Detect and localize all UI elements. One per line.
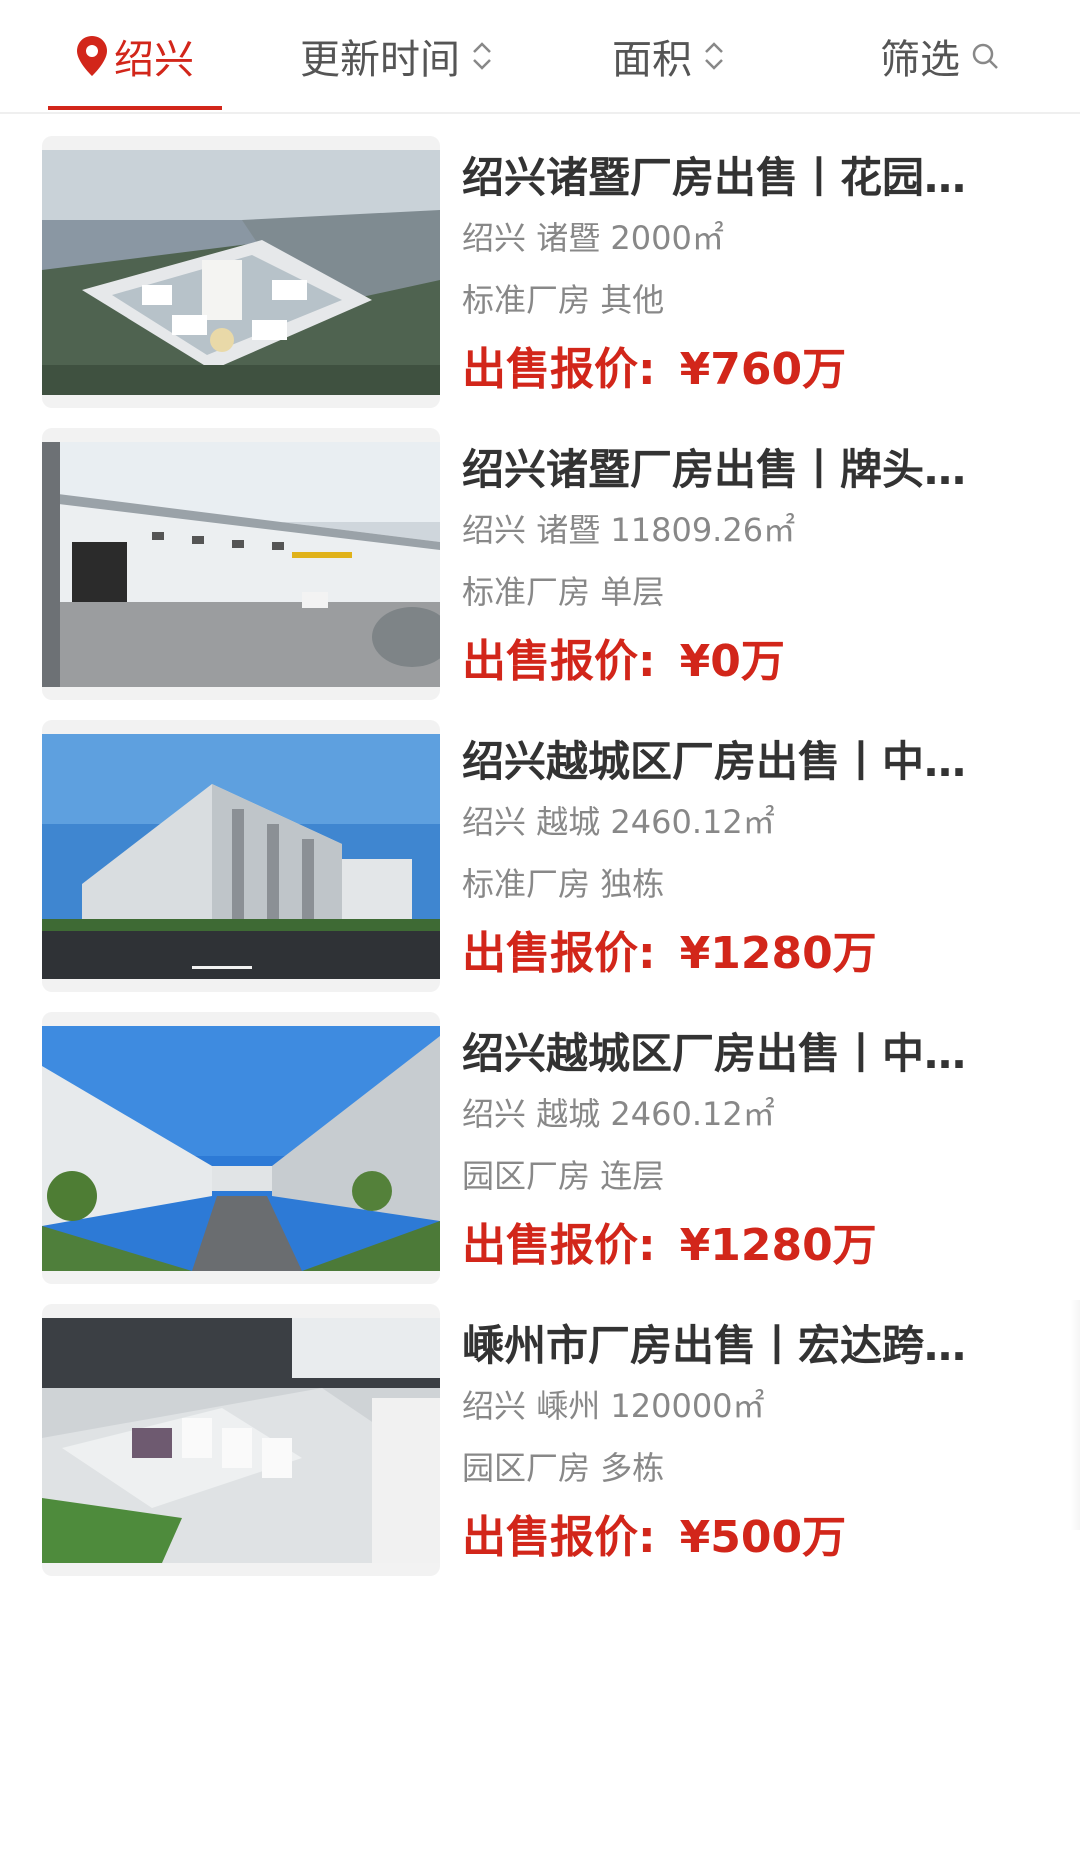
sort-toggle-icon [705, 42, 723, 70]
listing-district: 越城 [536, 1095, 601, 1133]
filter-label: 筛选 [880, 37, 960, 83]
listing-price: 出售报价: ¥1280万 [462, 1218, 1002, 1274]
listing-thumbnail [42, 136, 440, 408]
listing-price: 出售报价: ¥500万 [462, 1510, 1002, 1566]
listing-form: 连层 [600, 1157, 665, 1195]
listing-info: 绍兴诸暨厂房出售丨花园… 绍兴 诸暨 2000㎡ 标准厂房 其他 出售报价: ¥7… [462, 150, 1002, 398]
sand-table-model-image [42, 1318, 440, 1563]
listing-district: 诸暨 [536, 511, 601, 549]
search-icon [972, 43, 998, 69]
price-label: 出售报价: [462, 1512, 656, 1563]
listing-card[interactable]: 绍兴诸暨厂房出售丨牌头… 绍兴 诸暨 11809.26㎡ 标准厂房 单层 出售报… [0, 404, 1080, 700]
listing-thumbnail [42, 428, 440, 700]
listing-district: 诸暨 [536, 219, 601, 257]
listing-type: 园区厂房 [462, 1157, 591, 1195]
listing-form: 其他 [600, 281, 665, 319]
park-street-factories-image [42, 1026, 440, 1271]
listing-city: 绍兴 [462, 1095, 527, 1133]
listing-district: 越城 [536, 803, 601, 841]
sort-updated-tab[interactable]: 更新时间 [300, 28, 494, 84]
listing-title: 绍兴诸暨厂房出售丨牌头… [462, 445, 967, 494]
price-value: ¥1280万 [679, 1220, 877, 1271]
price-label: 出售报价: [462, 928, 656, 979]
listing-title: 嵊州市厂房出售丨宏达跨… [462, 1321, 967, 1370]
sort-toggle-icon [473, 42, 491, 70]
price-label: 出售报价: [462, 1220, 656, 1271]
active-tab-underline [48, 106, 222, 110]
listing-city: 绍兴 [462, 511, 527, 549]
price-value: ¥0万 [679, 636, 785, 687]
listing-location: 绍兴 嵊州 120000㎡ [462, 1384, 1002, 1428]
listing-info: 嵊州市厂房出售丨宏达跨… 绍兴 嵊州 120000㎡ 园区厂房 多栋 出售报价:… [462, 1318, 1002, 1566]
industrial-park-aerial-image [42, 150, 440, 395]
price-label: 出售报价: [462, 344, 656, 395]
single-storey-workshop-image [42, 442, 440, 687]
price-label: 出售报价: [462, 636, 656, 687]
listing-area: 2460.12㎡ [610, 1095, 775, 1133]
location-label: 绍兴 [114, 37, 194, 83]
listing-city: 绍兴 [462, 1387, 527, 1425]
sort-area-tab[interactable]: 面积 [612, 28, 726, 84]
listing-tags: 园区厂房 多栋 [462, 1446, 1002, 1490]
listing-location: 绍兴 诸暨 11809.26㎡ [462, 508, 1002, 552]
listing-title: 绍兴越城区厂房出售丨中… [462, 737, 967, 786]
filter-tab[interactable]: 筛选 [880, 28, 1000, 84]
listing-card[interactable]: 绍兴诸暨厂房出售丨花园… 绍兴 诸暨 2000㎡ 标准厂房 其他 出售报价: ¥7… [0, 112, 1080, 408]
listing-price: 出售报价: ¥0万 [462, 634, 1002, 690]
sort-updated-label: 更新时间 [300, 37, 460, 83]
listing-thumbnail [42, 720, 440, 992]
listing-location: 绍兴 诸暨 2000㎡ [462, 216, 1002, 260]
listing-city: 绍兴 [462, 219, 527, 257]
listing-form: 多栋 [600, 1449, 665, 1487]
listing-location: 绍兴 越城 2460.12㎡ [462, 1092, 1002, 1136]
listing-area: 2000㎡ [610, 219, 724, 257]
listing-city: 绍兴 [462, 803, 527, 841]
listing-area: 11809.26㎡ [610, 511, 796, 549]
sort-area-label: 面积 [612, 37, 692, 83]
listing-card[interactable]: 绍兴越城区厂房出售丨中… 绍兴 越城 2460.12㎡ 标准厂房 独栋 出售报价… [0, 696, 1080, 992]
price-value: ¥760万 [679, 344, 847, 395]
standalone-factory-image [42, 734, 440, 979]
listing-thumbnail [42, 1012, 440, 1284]
listing-district: 嵊州 [536, 1387, 601, 1425]
listing-tags: 标准厂房 独栋 [462, 862, 1002, 906]
location-pin-icon [77, 36, 107, 76]
listing-tags: 标准厂房 其他 [462, 278, 1002, 322]
listing-card[interactable]: 绍兴越城区厂房出售丨中… 绍兴 越城 2460.12㎡ 园区厂房 连层 出售报价… [0, 988, 1080, 1284]
listing-info: 绍兴越城区厂房出售丨中… 绍兴 越城 2460.12㎡ 园区厂房 连层 出售报价… [462, 1026, 1002, 1274]
listing-type: 标准厂房 [462, 865, 591, 903]
listing-info: 绍兴诸暨厂房出售丨牌头… 绍兴 诸暨 11809.26㎡ 标准厂房 单层 出售报… [462, 442, 1002, 690]
location-filter[interactable]: 绍兴 [74, 28, 194, 84]
listing-card[interactable]: 嵊州市厂房出售丨宏达跨… 绍兴 嵊州 120000㎡ 园区厂房 多栋 出售报价:… [0, 1280, 1080, 1576]
listing-type: 标准厂房 [462, 573, 591, 611]
filter-bar: 绍兴 更新时间 面积 筛选 [0, 0, 1080, 114]
listing-title: 绍兴越城区厂房出售丨中… [462, 1029, 967, 1078]
listing-type: 园区厂房 [462, 1449, 591, 1487]
listing-area: 120000㎡ [610, 1387, 765, 1425]
listing-price: 出售报价: ¥760万 [462, 342, 1002, 398]
edge-shadow [1070, 1300, 1080, 1530]
listing-thumbnail [42, 1304, 440, 1576]
price-value: ¥500万 [679, 1512, 847, 1563]
listing-form: 单层 [600, 573, 665, 611]
listing-price: 出售报价: ¥1280万 [462, 926, 1002, 982]
listing-form: 独栋 [600, 865, 665, 903]
listing-title: 绍兴诸暨厂房出售丨花园… [462, 153, 967, 202]
listing-area: 2460.12㎡ [610, 803, 775, 841]
price-value: ¥1280万 [679, 928, 877, 979]
listing-tags: 园区厂房 连层 [462, 1154, 1002, 1198]
listing-location: 绍兴 越城 2460.12㎡ [462, 800, 1002, 844]
listing-info: 绍兴越城区厂房出售丨中… 绍兴 越城 2460.12㎡ 标准厂房 独栋 出售报价… [462, 734, 1002, 982]
listing-type: 标准厂房 [462, 281, 591, 319]
listing-tags: 标准厂房 单层 [462, 570, 1002, 614]
